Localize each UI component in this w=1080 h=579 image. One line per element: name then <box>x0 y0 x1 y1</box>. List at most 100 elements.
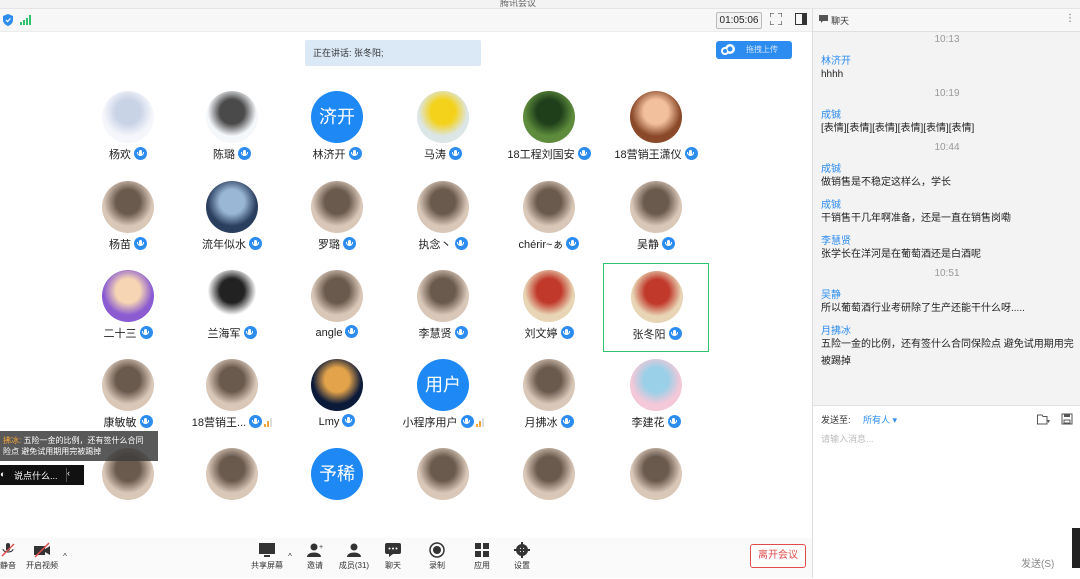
mic-icon <box>662 237 675 250</box>
message-sender[interactable]: 月拂冰 <box>821 322 851 337</box>
scrollbar[interactable] <box>1072 528 1080 568</box>
mic-icon <box>668 327 682 340</box>
participant-tile[interactable]: 康敏敏 <box>75 355 181 443</box>
mic-icon <box>577 147 591 160</box>
participant-tile[interactable] <box>496 444 602 532</box>
participant-tile[interactable]: 用户 小程序用户 <box>390 355 496 443</box>
participant-tile[interactable]: 张冬阳 <box>603 263 709 352</box>
quick-chat-bar[interactable]: ◐ 说点什么... ‹ <box>0 465 84 485</box>
mic-icon <box>454 326 468 339</box>
participant-tile[interactable]: 流年似水 <box>179 177 285 265</box>
video-options-chevron[interactable]: ^ <box>60 552 70 561</box>
participant-tile[interactable]: 执念丶 <box>390 177 496 265</box>
more-icon[interactable]: ⋮ <box>1065 13 1075 24</box>
participant-name: 张冬阳 <box>604 326 710 342</box>
avatar <box>523 359 575 411</box>
participant-tile[interactable]: 杨苗 <box>75 177 181 265</box>
participant-name: 二十三 <box>75 325 181 341</box>
participant-name-text: 小程序用户 <box>402 417 458 429</box>
participant-tile[interactable]: 予稀 <box>284 444 390 532</box>
participant-name-text: 18工程刘国安 <box>507 149 575 161</box>
chat-message-input[interactable]: 请输入消息... <box>821 432 874 445</box>
participant-tile[interactable]: 月拂冰 <box>496 355 602 443</box>
avatar <box>630 181 682 233</box>
mic-icon <box>345 325 359 338</box>
share-options-chevron[interactable]: ^ <box>285 552 295 561</box>
participant-tile[interactable]: 兰海军 <box>179 266 285 354</box>
quick-chat-input[interactable]: 说点什么... <box>14 469 58 482</box>
participant-name: 杨苗 <box>75 236 181 252</box>
chat-icon <box>385 543 401 557</box>
message-text: 所以葡萄酒行业考研除了生产还能干什么呀..... <box>821 303 1025 314</box>
folder-icon[interactable]: ▾ <box>1037 414 1051 425</box>
participant-name-text: 兰海军 <box>207 328 241 340</box>
invite-button[interactable]: + 邀请 <box>297 542 333 571</box>
collapse-icon[interactable]: ‹ <box>66 468 79 482</box>
video-button[interactable]: 开启视频 <box>24 542 60 571</box>
message-sender[interactable]: 林济开 <box>821 52 851 67</box>
participant-tile[interactable]: 马涛 <box>390 87 496 175</box>
signal-icon[interactable] <box>20 15 32 25</box>
message-sender[interactable]: 吴静 <box>821 286 841 301</box>
settings-button[interactable]: 设置 <box>504 542 540 571</box>
members-button[interactable]: 成员(31) <box>336 542 372 571</box>
emoji-icon[interactable]: ◐ <box>0 469 10 479</box>
avatar <box>206 181 258 233</box>
record-icon <box>429 542 445 558</box>
participant-name-text: 康敏敏 <box>103 417 137 429</box>
message-sender[interactable]: 成铖 <box>821 106 841 121</box>
participant-tile[interactable] <box>390 444 496 532</box>
mic-icon <box>454 237 468 250</box>
chat-notification[interactable]: 拂冰: 五险一金的比例，还有签什么合同 险点 避免试用期用完被踢掉 <box>0 431 158 461</box>
participant-tile[interactable]: 罗璐 <box>284 177 390 265</box>
message-sender[interactable]: 成铖 <box>821 160 841 175</box>
participant-tile[interactable] <box>179 444 285 532</box>
participant-name-text: 18营销王... <box>191 417 247 429</box>
participant-tile[interactable]: 陈璐 <box>179 87 285 175</box>
participant-tile[interactable] <box>603 444 709 532</box>
drag-upload-button[interactable]: 拖拽上传 <box>716 41 792 59</box>
message-sender[interactable]: 李慧贤 <box>821 232 851 247</box>
fullscreen-icon[interactable] <box>770 13 782 25</box>
participant-tile[interactable]: chérir~ぁ <box>496 177 602 265</box>
avatar <box>206 91 258 143</box>
layout-toggle-icon[interactable] <box>795 13 807 25</box>
shield-icon[interactable] <box>3 14 13 26</box>
save-icon[interactable] <box>1061 413 1073 425</box>
participant-tile[interactable]: 杨欢 <box>75 87 181 175</box>
participant-tile[interactable]: 济开 林济开 <box>284 87 390 175</box>
record-button[interactable]: 录制 <box>419 542 455 571</box>
avatar <box>311 181 363 233</box>
leave-meeting-button[interactable]: 离开会议 <box>750 544 806 568</box>
participant-tile[interactable]: angle <box>284 266 390 354</box>
share-screen-button[interactable]: 共享屏幕 <box>249 542 285 571</box>
send-to-select[interactable]: 所有人 ▾ <box>863 413 897 426</box>
participant-tile[interactable]: 18工程刘国安 <box>496 87 602 175</box>
participant-tile[interactable]: 18营销王... <box>179 355 285 443</box>
send-button[interactable]: 发送(S) <box>1021 555 1054 570</box>
participant-name-text: 18营销王潇仪 <box>614 149 682 161</box>
participant-name: 小程序用户 <box>390 414 496 430</box>
chat-button[interactable]: 聊天 <box>375 542 411 571</box>
notification-sender: 拂冰: <box>3 436 22 445</box>
mic-icon <box>684 147 698 160</box>
participant-tile[interactable]: 李慧贤 <box>390 266 496 354</box>
participant-name: 刘文婷 <box>496 325 602 341</box>
participant-tile[interactable]: Lmy <box>284 355 390 443</box>
participant-tile[interactable]: 刘文婷 <box>496 266 602 354</box>
send-to-label: 发送至: <box>821 415 851 425</box>
participant-tile[interactable]: 18营销王潇仪 <box>603 87 709 175</box>
avatar <box>523 91 575 143</box>
message-sender[interactable]: 成铖 <box>821 196 841 211</box>
gear-icon <box>514 542 530 558</box>
message-text: 五险一金的比例，还有签什么合同保险点 避免试用期用完被踢掉 <box>821 339 1074 367</box>
apps-button[interactable]: 应用 <box>464 542 500 571</box>
message-timestamp: 10:13 <box>934 34 960 45</box>
participant-tile[interactable]: 李建花 <box>603 355 709 443</box>
mute-button[interactable]: 静音 <box>0 542 26 571</box>
participant-tile[interactable]: 二十三 <box>75 266 181 354</box>
camera-icon <box>34 542 50 558</box>
participant-tile[interactable]: 吴静 <box>603 177 709 265</box>
participant-name: 罗璐 <box>284 236 390 252</box>
participant-name-text: 张冬阳 <box>632 329 666 341</box>
